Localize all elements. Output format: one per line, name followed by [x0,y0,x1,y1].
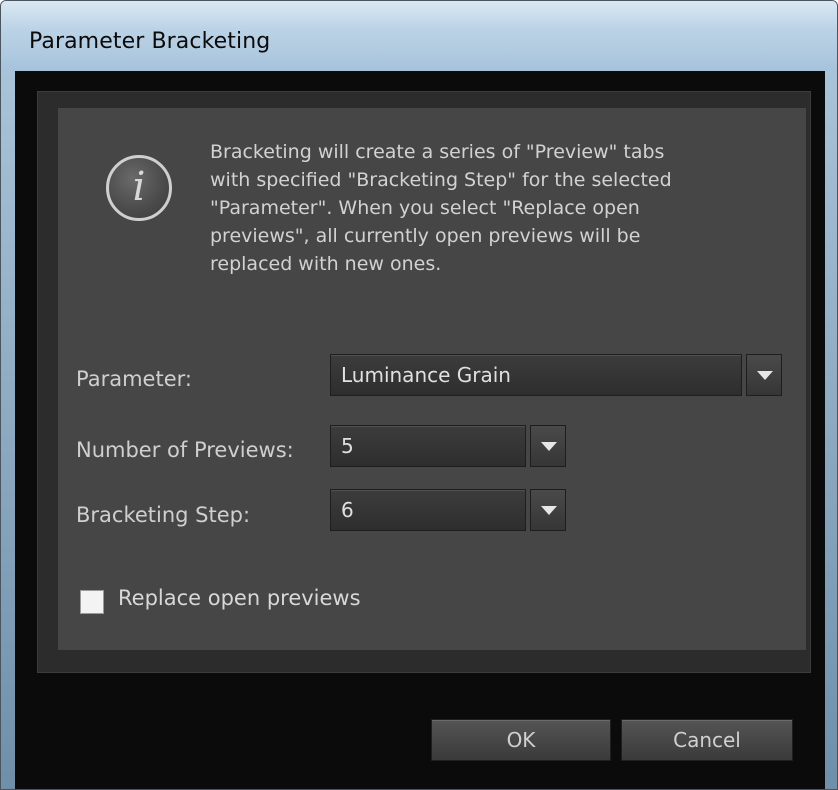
chevron-down-icon [757,371,773,380]
window-title: Parameter Bracketing [29,29,271,54]
dialog-client-area: i Bracketing will create a series of "Pr… [15,71,825,789]
parameter-dropdown-arrow[interactable] [746,354,782,396]
parameter-bracketing-dialog: Parameter Bracketing i Bracketing will c… [0,0,838,790]
bracketing-step-label: Bracketing Step: [76,503,251,527]
settings-outer-panel: i Bracketing will create a series of "Pr… [37,91,811,673]
chevron-down-icon [541,506,557,515]
num-previews-value: 5 [341,434,354,458]
window-frame-left [1,71,15,789]
num-previews-dropdown-arrow[interactable] [530,425,566,467]
bracketing-step-value: 6 [341,498,354,522]
bracketing-step-dropdown-arrow[interactable] [530,489,566,531]
cancel-button[interactable]: Cancel [621,719,793,761]
info-icon: i [106,155,172,221]
bracketing-step-dropdown[interactable]: 6 [330,489,526,531]
parameter-value: Luminance Grain [341,363,511,387]
info-description: Bracketing will create a series of "Prev… [210,141,672,275]
info-icon-glyph: i [132,164,146,210]
replace-open-previews-checkbox[interactable] [80,590,104,614]
num-previews-dropdown[interactable]: 5 [330,425,526,467]
settings-panel: i Bracketing will create a series of "Pr… [58,108,806,650]
chevron-down-icon [541,442,557,451]
replace-open-previews-label[interactable]: Replace open previews [118,586,361,610]
parameter-dropdown[interactable]: Luminance Grain [330,354,742,396]
num-previews-label: Number of Previews: [76,438,294,462]
window-frame-right [825,71,837,789]
title-bar[interactable]: Parameter Bracketing [1,1,837,71]
parameter-label: Parameter: [76,367,192,391]
ok-button[interactable]: OK [431,719,611,761]
